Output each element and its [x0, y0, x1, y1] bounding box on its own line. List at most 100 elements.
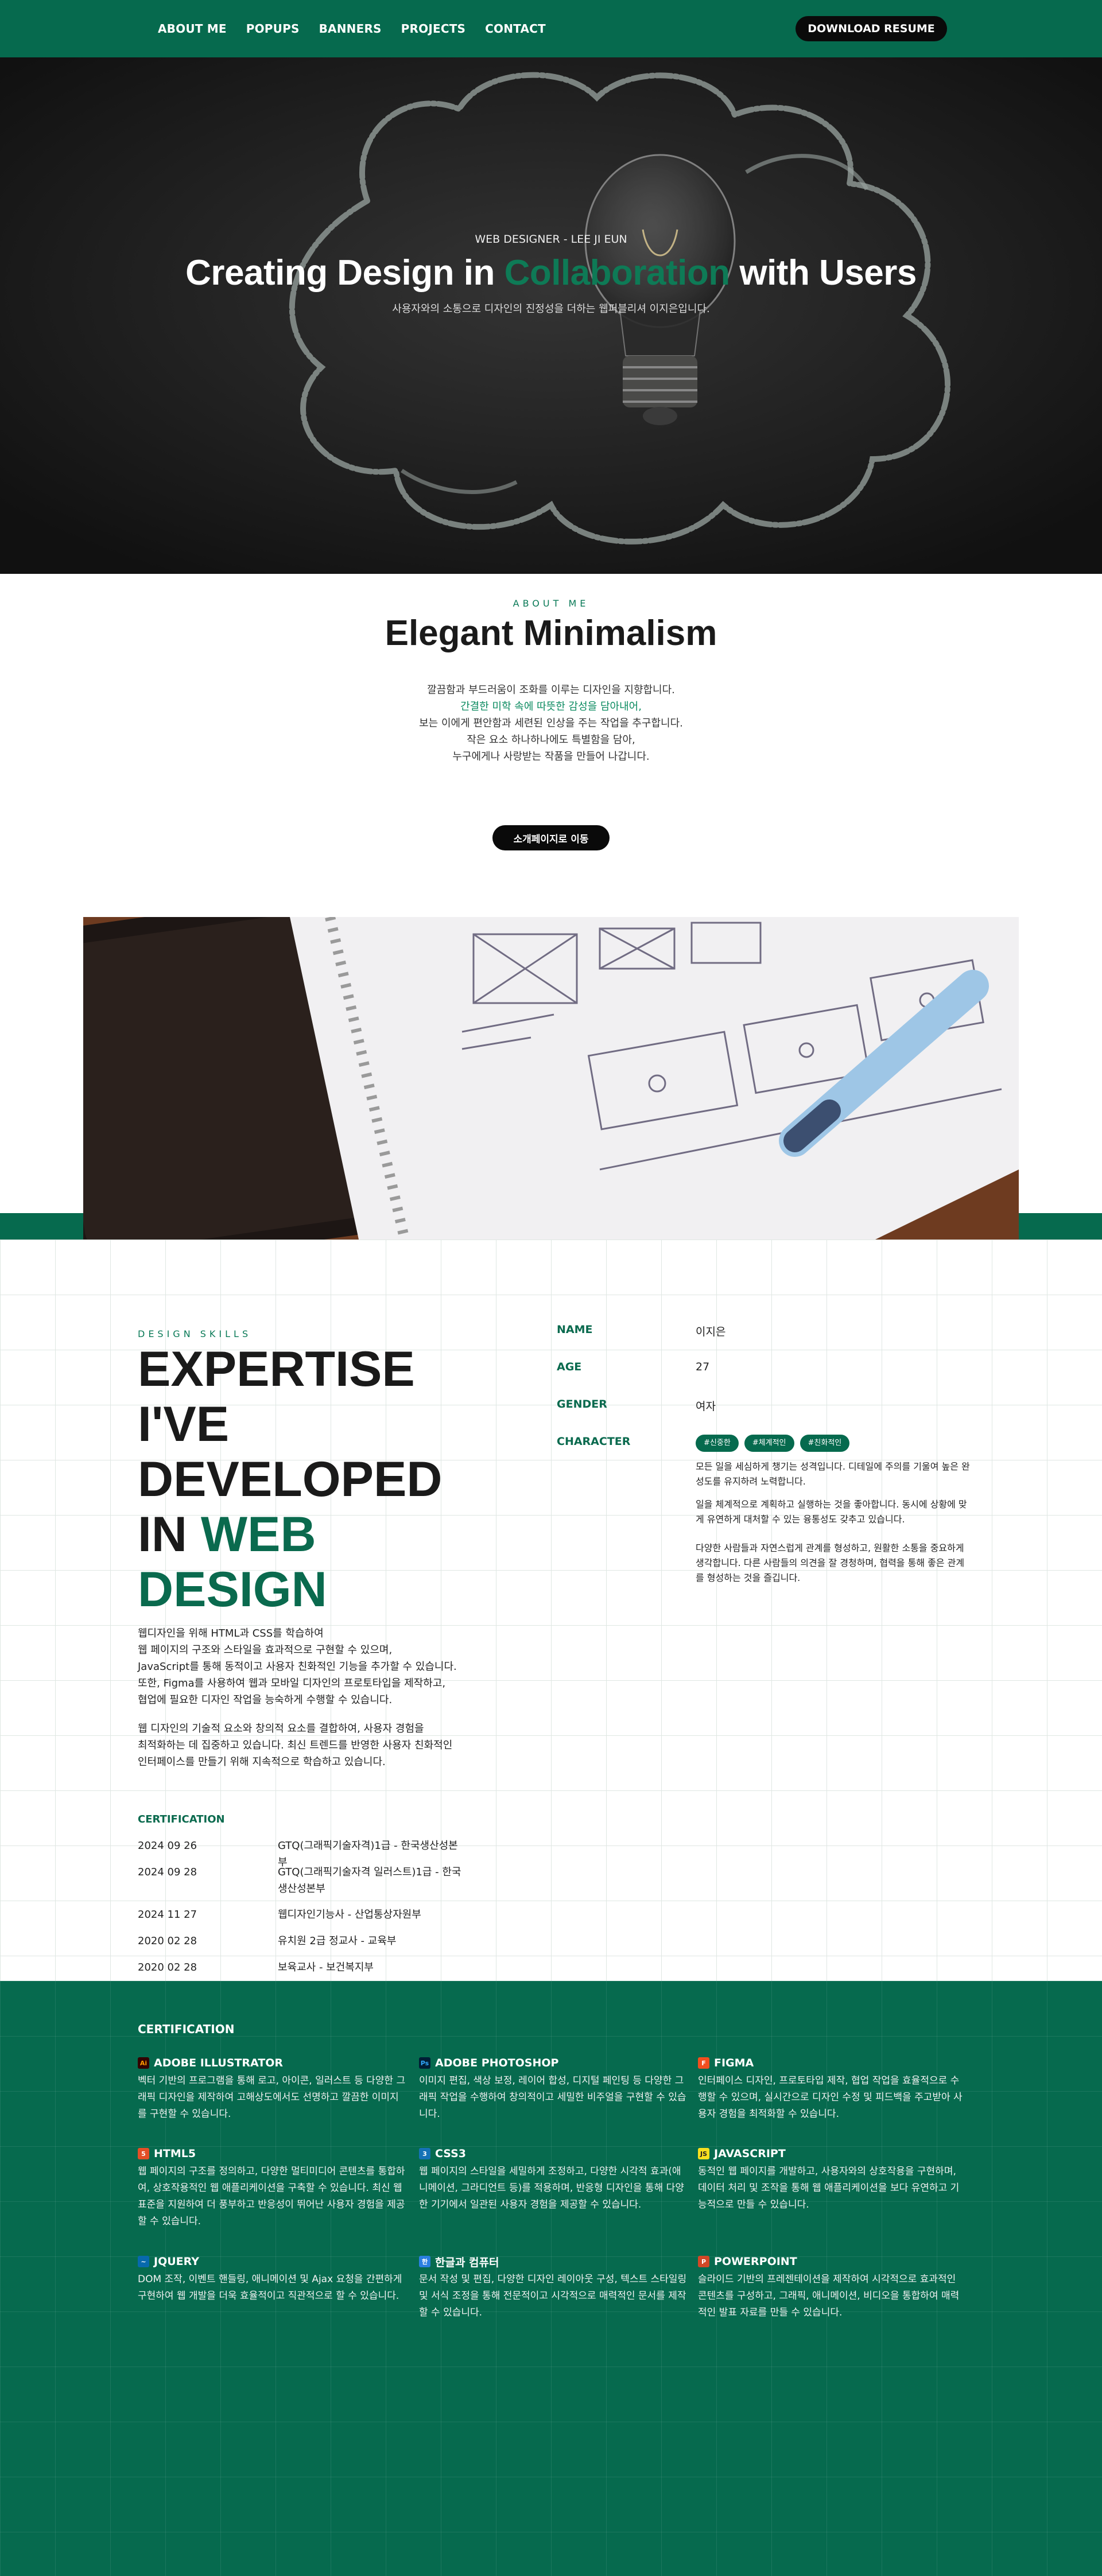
skills-line: 웹디자인을 위해 HTML과 CSS를 학습하여 [138, 1627, 324, 1639]
tool-name: FIGMA [714, 2057, 754, 2069]
profile-gender-label: GENDER [557, 1398, 607, 1411]
jquery-icon: ~ [138, 2256, 149, 2267]
tool-description: 슬라이드 기반의 프레젠테이션을 제작하여 시각적으로 효과적인 콘텐츠를 구성… [698, 2274, 960, 2318]
tool-description: 웹 페이지의 구조를 정의하고, 다양한 멀티미디어 콘텐츠를 통합하여, 상호… [138, 2166, 405, 2227]
tool-name: POWERPOINT [714, 2255, 797, 2268]
skills-eyebrow: DESIGN SKILLS [138, 1328, 252, 1339]
character-paragraph: 모든 일을 세심하게 챙기는 성격입니다. 디테일에 주의를 기울여 높은 완성… [696, 1461, 970, 1487]
cert-name: 보육교사 - 보건복지부 [278, 1961, 374, 1973]
skills-line: 웹 디자인의 기술적 요소와 창의적 요소를 결합하여, 사용자 경험을 [138, 1723, 424, 1735]
tool-card: ~ JQUERY DOM 조작, 이벤트 핸들링, 애니메이션 및 Ajax 요청… [138, 2254, 408, 2305]
skills-line: 협업에 필요한 디자인 작업을 능숙하게 수행할 수 있습니다. [138, 1694, 393, 1706]
tools-title: CERTIFICATION [138, 2022, 235, 2036]
hero-title-accent: Collaboration [504, 253, 731, 293]
profile-character-label: CHARACTER [557, 1435, 631, 1448]
nav-link-banners[interactable]: BANNERS [319, 22, 382, 36]
css3-icon: 3 [419, 2148, 430, 2159]
about-eyebrow: ABOUT ME [513, 598, 589, 609]
tool-name: HTML5 [154, 2147, 196, 2160]
top-navigation: ABOUT ME POPUPS BANNERS PROJECTS CONTACT… [0, 0, 1102, 57]
cert-name: 유치원 2급 정교사 - 교육부 [278, 1935, 397, 1947]
hero-title-start: Creating Design in [185, 253, 505, 293]
javascript-icon: JS [698, 2148, 709, 2159]
character-paragraph: 다양한 사람들과 자연스럽게 관계를 형성하고, 원활한 소통을 중요하게 생각… [696, 1543, 965, 1583]
about-line: 누구에게나 사랑받는 작품을 만들어 나갑니다. [452, 751, 650, 763]
tool-header: JS JAVASCRIPT [698, 2146, 968, 2161]
photoshop-icon: Ps [419, 2057, 430, 2069]
hero-title-end: with Users [730, 253, 917, 293]
skills-paragraph-2: 웹 디자인의 기술적 요소와 창의적 요소를 결합하여, 사용자 경험을 최적화… [138, 1720, 494, 1770]
tool-header: Ps ADOBE PHOTOSHOP [419, 2056, 689, 2070]
skills-title-line: DESIGN [138, 1562, 327, 1617]
skills-title-line: DEVELOPED [138, 1452, 443, 1507]
tool-description: 인터페이스 디자인, 프로토타입 제작, 협업 작업을 효율적으로 수행할 수 … [698, 2075, 963, 2120]
nav-link-projects[interactable]: PROJECTS [401, 22, 466, 36]
tool-header: ~ JQUERY [138, 2254, 408, 2269]
tool-description: 웹 페이지의 스타일을 세밀하게 조정하고, 다양한 시각적 효과(애니메이션,… [419, 2166, 684, 2210]
tool-description: 벡터 기반의 프로그램을 통해 로고, 아이콘, 일러스트 등 다양한 그래픽 … [138, 2075, 406, 2120]
profile-name-label: NAME [557, 1323, 593, 1336]
tool-card: F FIGMA 인터페이스 디자인, 프로토타입 제작, 협업 작업을 효율적으로 … [698, 2056, 968, 2123]
about-title: Elegant Minimalism [385, 613, 717, 653]
tool-card: 한 한글과 컴퓨터 문서 작성 및 편집, 다양한 디자인 레이아웃 구성, 텍스… [419, 2254, 689, 2321]
skills-line: JavaScript를 통해 동적이고 사용자 친화적인 기능을 추가할 수 있… [138, 1661, 457, 1673]
tool-header: Ai ADOBE ILLUSTRATOR [138, 2056, 408, 2070]
skills-paragraph-1: 웹디자인을 위해 HTML과 CSS를 학습하여 웹 페이지의 구조와 스타일을… [138, 1625, 494, 1708]
tool-card: 3 CSS3 웹 페이지의 스타일을 세밀하게 조정하고, 다양한 시각적 효과(애… [419, 2146, 689, 2213]
tool-card: 5 HTML5 웹 페이지의 구조를 정의하고, 다양한 멀티미디어 콘텐츠를 통합… [138, 2146, 408, 2230]
hero-lightbulb-chalk-illustration [0, 57, 1102, 574]
tool-name: ADOBE PHOTOSHOP [435, 2057, 559, 2069]
cert-name: 웹디자인기능사 - 산업통상자원부 [278, 1909, 421, 1921]
profile-gender-value: 여자 [696, 1400, 716, 1413]
character-tag: #친화적인 [800, 1435, 850, 1452]
character-tags: #신중한 #체계적인 #친화적인 [696, 1435, 850, 1452]
cert-date: 2024 09 26 [138, 1840, 197, 1852]
tool-description: 동적인 웹 페이지를 개발하고, 사용자와의 상호작용을 구현하며, 데이터 처… [698, 2166, 960, 2210]
about-line-highlight: 간결한 미학 속에 따뜻한 감성을 담아내어, [460, 701, 642, 713]
figma-icon: F [698, 2057, 709, 2069]
hancom-icon: 한 [419, 2256, 430, 2267]
tool-name: JQUERY [154, 2255, 199, 2268]
tool-header: 5 HTML5 [138, 2146, 408, 2161]
skills-title-in: IN [138, 1507, 201, 1562]
about-line: 작은 요소 하나하나에도 특별함을 담아, [467, 734, 635, 746]
illustrator-icon: Ai [138, 2057, 149, 2069]
certification-label: CERTIFICATION [138, 1813, 225, 1825]
skills-line: 최적화하는 데 집중하고 있습니다. 최신 트렌드를 반영한 사용자 친화적인 [138, 1739, 453, 1751]
tool-header: 3 CSS3 [419, 2146, 689, 2161]
cert-date: 2024 09 28 [138, 1866, 197, 1878]
powerpoint-icon: P [698, 2256, 709, 2267]
tool-card: P POWERPOINT 슬라이드 기반의 프레젠테이션을 제작하여 시각적으로 효… [698, 2254, 968, 2321]
html5-icon: 5 [138, 2148, 149, 2159]
tool-header: P POWERPOINT [698, 2254, 968, 2269]
profile-name-value: 이지은 [696, 1326, 726, 1338]
about-line: 깔끔함과 부드러움이 조화를 이루는 디자인을 지향합니다. [427, 684, 675, 696]
nav-links: ABOUT ME POPUPS BANNERS PROJECTS CONTACT [158, 22, 546, 36]
profile-age-value: 27 [696, 1361, 710, 1373]
tool-description: DOM 조작, 이벤트 핸들링, 애니메이션 및 Ajax 요청을 간편하게 구… [138, 2274, 402, 2302]
skills-title-line: I'VE [138, 1397, 230, 1452]
tool-name: 한글과 컴퓨터 [435, 2256, 499, 2269]
cert-date: 2020 02 28 [138, 1961, 197, 1973]
tool-card: JS JAVASCRIPT 동적인 웹 페이지를 개발하고, 사용자와의 상호작용을… [698, 2146, 968, 2213]
nav-link-popups[interactable]: POPUPS [246, 22, 300, 36]
skills-title-line: IN WEB [138, 1507, 459, 1562]
hero-section: WEB DESIGNER - LEE JI EUN Creating Desig… [0, 57, 1102, 574]
cert-name: GTQ(그래픽기술자격 일러스트)1급 - 한국생산성본부 [278, 1866, 461, 1895]
character-tag: #체계적인 [744, 1435, 794, 1452]
nav-link-about[interactable]: ABOUT ME [158, 22, 227, 36]
nav-link-contact[interactable]: CONTACT [485, 22, 546, 36]
character-tag: #신중한 [696, 1435, 739, 1452]
about-line: 보는 이에게 편안함과 세련된 인상을 주는 작업을 추구합니다. [419, 717, 683, 729]
tool-header: F FIGMA [698, 2056, 968, 2070]
intro-page-button[interactable]: 소개페이지로 이동 [492, 825, 610, 850]
hero-title: Creating Design in Collaboration with Us… [0, 252, 1102, 293]
tool-description: 이미지 편집, 색상 보정, 레이어 합성, 디지털 페인팅 등 다양한 그래픽… [419, 2075, 686, 2120]
skills-line: 웹 페이지의 구조와 스타일을 효과적으로 구현할 수 있으며, [138, 1644, 393, 1656]
download-resume-button[interactable]: DOWNLOAD RESUME [796, 16, 947, 41]
skills-title-web: WEB [200, 1507, 316, 1562]
skills-line: 인터페이스를 만들기 위해 지속적으로 학습하고 있습니다. [138, 1756, 386, 1768]
tool-card: Ps ADOBE PHOTOSHOP 이미지 편집, 색상 보정, 레이어 합성, … [419, 2056, 689, 2123]
about-text: 깔끔함과 부드러움이 조화를 이루는 디자인을 지향합니다. 간결한 미학 속에… [0, 682, 1102, 765]
cert-date: 2024 11 27 [138, 1909, 197, 1921]
